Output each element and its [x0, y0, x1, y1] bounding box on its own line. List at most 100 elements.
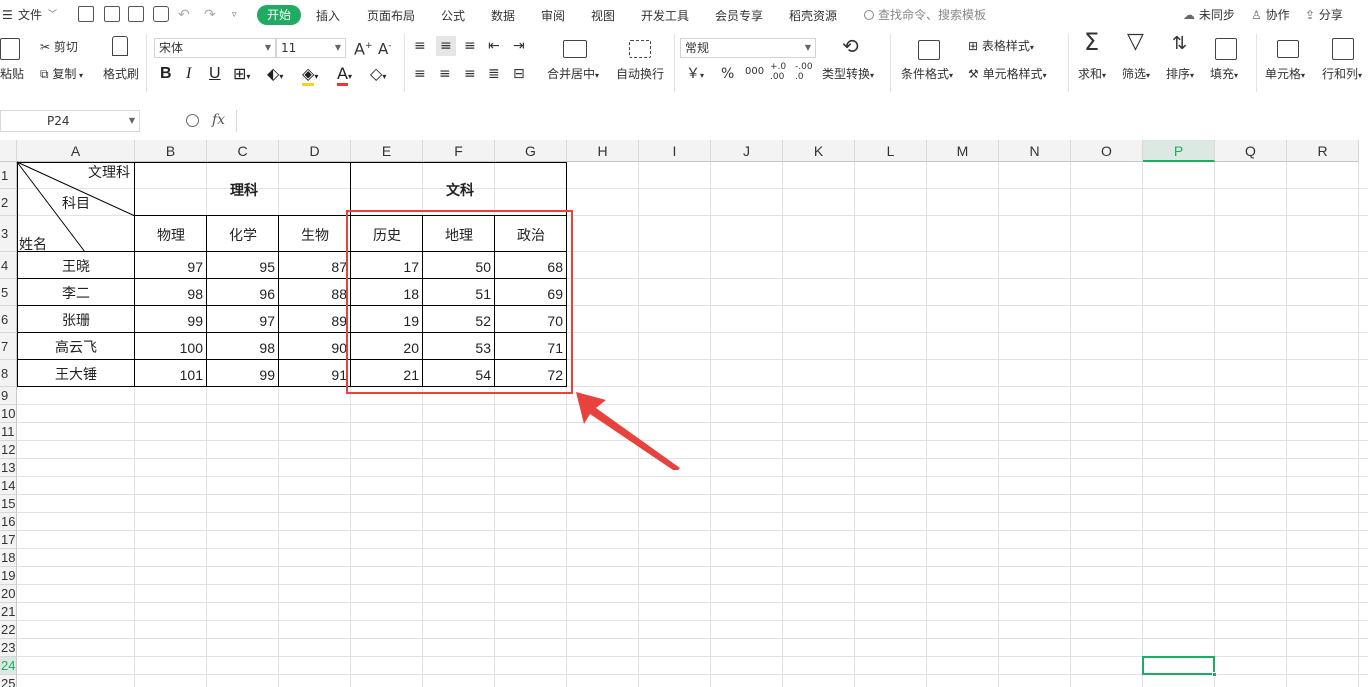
indent-decrease-icon[interactable]: ⇤ [488, 38, 500, 54]
auto-wrap-icon[interactable] [629, 40, 651, 58]
conditional-format-icon[interactable] [918, 40, 940, 60]
underline-button[interactable]: U [209, 64, 221, 84]
sum-button[interactable]: 求和▾ [1078, 66, 1106, 84]
sort-button[interactable]: 排序▾ [1166, 66, 1194, 84]
row-header-7[interactable]: 7 [0, 333, 17, 360]
student-name-cell[interactable]: 李二 [17, 286, 135, 300]
tab-formula[interactable]: 公式 [441, 7, 465, 25]
merge-center-button[interactable]: 合并居中▾ [547, 66, 599, 84]
paste-icon[interactable] [0, 38, 20, 60]
sync-status[interactable]: ☁ 未同步 [1183, 6, 1235, 24]
row-header-5[interactable]: 5 [0, 279, 17, 306]
italic-button[interactable]: I [186, 64, 191, 84]
fill-handle[interactable] [1212, 672, 1217, 677]
conditional-format-button[interactable]: 条件格式▾ [901, 66, 953, 84]
score-cell[interactable]: 97 [135, 260, 203, 274]
column-header-n[interactable]: N [999, 140, 1071, 162]
diagonal-header-middle[interactable]: 科目 [62, 196, 90, 210]
column-header-f[interactable]: F [423, 140, 495, 162]
paste-button[interactable]: 粘贴 [0, 66, 24, 82]
redo-icon[interactable]: ↷ [204, 6, 216, 24]
auto-wrap-button[interactable]: 自动换行 [616, 66, 664, 82]
subject-header-cell[interactable]: 化学 [207, 228, 279, 242]
column-header-j[interactable]: J [711, 140, 783, 162]
bold-button[interactable]: B [160, 64, 172, 84]
tab-page-layout[interactable]: 页面布局 [367, 7, 415, 25]
currency-button[interactable]: ￥▾ [686, 66, 704, 84]
align-right-icon[interactable]: ≡ [464, 66, 476, 82]
score-cell[interactable]: 99 [135, 314, 203, 328]
type-convert-icon[interactable]: ⟲ [842, 36, 859, 56]
score-cell[interactable]: 97 [207, 314, 275, 328]
decrease-font-icon[interactable]: A- [378, 38, 392, 57]
column-header-e[interactable]: E [351, 140, 423, 162]
row-header-15[interactable]: 15 [0, 495, 17, 513]
table-style-button[interactable]: ⊞ 表格样式▾ [968, 38, 1034, 56]
column-header-g[interactable]: G [495, 140, 567, 162]
tab-docer[interactable]: 稻壳资源 [789, 7, 837, 25]
distributed-icon[interactable]: ⊟ [513, 66, 525, 82]
fill-button[interactable]: 填充▾ [1210, 66, 1238, 84]
student-name-cell[interactable]: 王晓 [17, 259, 135, 273]
fill-style-icon[interactable]: ⬖▾ [267, 64, 283, 87]
row-header-25[interactable]: 25 [0, 675, 17, 687]
font-color-icon[interactable]: A▾ [337, 64, 352, 87]
column-header-c[interactable]: C [207, 140, 279, 162]
row-header-19[interactable]: 19 [0, 567, 17, 585]
row-header-11[interactable]: 11 [0, 423, 17, 441]
score-cell[interactable]: 89 [279, 314, 347, 328]
number-format-select[interactable]: 常规 ▼ [680, 38, 816, 58]
clear-format-icon[interactable]: ◇▾ [370, 64, 386, 87]
name-box[interactable]: P24 ▼ [0, 110, 140, 132]
row-col-button[interactable]: 行和列▾ [1322, 66, 1362, 84]
row-header-8[interactable]: 8 [0, 360, 17, 387]
tab-data[interactable]: 数据 [491, 7, 515, 25]
column-header-m[interactable]: M [927, 140, 999, 162]
column-header-p[interactable]: P [1143, 140, 1215, 162]
row-header-23[interactable]: 23 [0, 639, 17, 657]
align-center-icon[interactable]: ≡ [439, 66, 451, 82]
column-header-d[interactable]: D [279, 140, 351, 162]
print-icon[interactable] [128, 6, 144, 22]
align-middle-icon[interactable]: ≡ [436, 36, 456, 56]
row-header-4[interactable]: 4 [0, 252, 17, 279]
column-header-q[interactable]: Q [1215, 140, 1287, 162]
share-button[interactable]: ⇪ 分享 [1305, 6, 1343, 24]
row-header-24[interactable]: 24 [0, 657, 17, 675]
decrease-decimal-button[interactable]: -.00 .0 [795, 62, 813, 82]
fill-icon[interactable] [1215, 38, 1237, 60]
tab-view[interactable]: 视图 [591, 7, 615, 25]
diagonal-header-bottom[interactable]: 姓名 [19, 237, 47, 251]
subject-header-cell[interactable]: 物理 [135, 228, 207, 242]
row-header-12[interactable]: 12 [0, 441, 17, 459]
column-header-r[interactable]: R [1287, 140, 1359, 162]
row-header-6[interactable]: 6 [0, 306, 17, 333]
align-bottom-icon[interactable]: ≡ [464, 38, 476, 54]
cell-icon[interactable] [1277, 40, 1299, 58]
collaborate-button[interactable]: ♙ 协作 [1251, 6, 1290, 24]
file-menu[interactable]: 文件 [18, 6, 42, 24]
liberal-arts-group-header[interactable]: 文科 [446, 183, 474, 197]
format-painter-button[interactable]: 格式刷 [103, 66, 139, 82]
score-cell[interactable]: 101 [135, 368, 203, 382]
tab-insert[interactable]: 插入 [316, 7, 340, 25]
tab-member[interactable]: 会员专享 [715, 7, 763, 25]
row-header-10[interactable]: 10 [0, 405, 17, 423]
sheet-grid[interactable]: ABCDEFGHIJKLMNOPQR 1 2 3 4 5 6 7 8 9 10 11 12 13 14 15… [0, 140, 1368, 687]
filter-button[interactable]: 筛选▾ [1122, 66, 1150, 84]
increase-decimal-button[interactable]: +.0 .00 [770, 62, 786, 82]
thousands-button[interactable]: 000 [745, 64, 764, 80]
score-cell[interactable]: 88 [279, 287, 347, 301]
column-header-b[interactable]: B [135, 140, 207, 162]
sort-icon[interactable]: ⇅ [1172, 35, 1187, 53]
formula-input[interactable] [236, 110, 1368, 132]
score-cell[interactable]: 96 [207, 287, 275, 301]
sum-icon[interactable]: Σ [1084, 30, 1099, 54]
row-header-18[interactable]: 18 [0, 549, 17, 567]
align-top-icon[interactable]: ≡ [414, 38, 426, 54]
command-search[interactable]: 查找命令、搜索模板 [864, 6, 986, 24]
score-cell[interactable]: 87 [279, 260, 347, 274]
row-header-20[interactable]: 20 [0, 585, 17, 603]
row-header-21[interactable]: 21 [0, 603, 17, 621]
zoom-icon[interactable] [186, 114, 199, 127]
